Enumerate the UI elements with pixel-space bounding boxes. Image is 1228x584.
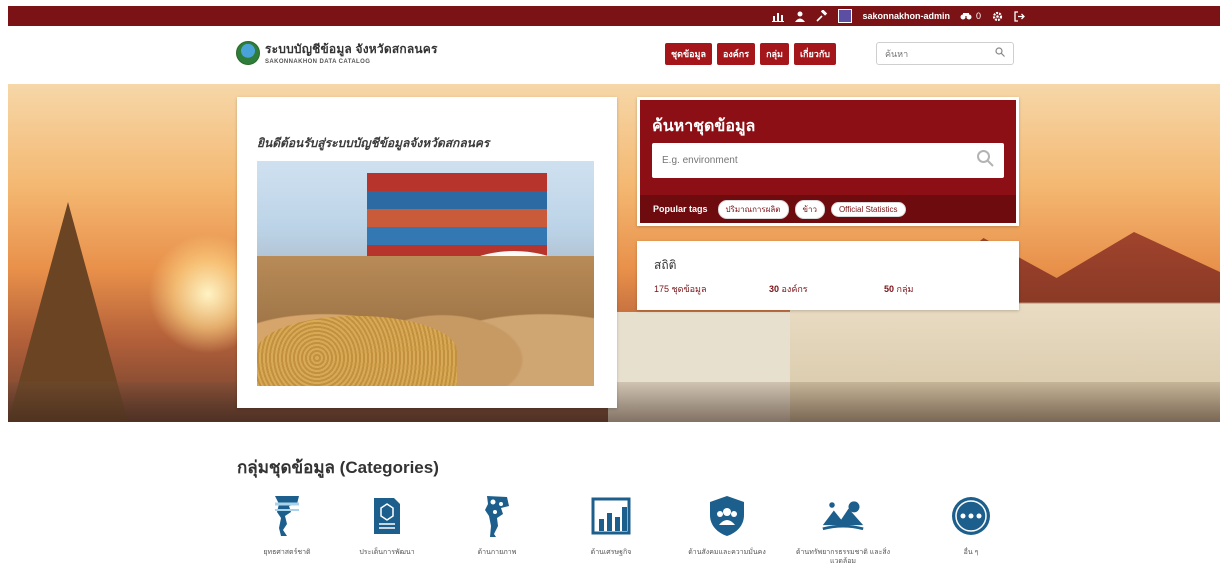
header-search-input[interactable] [885, 48, 985, 59]
stat-value: 50 [884, 284, 895, 294]
nav-groups[interactable]: กลุ่ม [760, 43, 789, 65]
thailand-map-icon [265, 494, 309, 538]
user-icon[interactable] [794, 10, 806, 22]
stats-card: สถิติ 175 ชุดข้อมูล 30 องค์กร 50 กลุ่ม [637, 241, 1019, 310]
category-label: ยุทธศาสตร์ชาติ [263, 549, 311, 556]
category-natural-resources[interactable]: ด้านทรัพยากรธรรมชาติ และสิ่งแวดล้อม [788, 494, 898, 566]
masthead [0, 26, 1228, 84]
gavel-icon[interactable] [816, 10, 828, 22]
stat-groups[interactable]: 50 กลุ่ม [884, 282, 913, 296]
account-bar: sakonnakhon-admin 0 [8, 6, 1220, 26]
avatar[interactable] [838, 9, 853, 23]
username-link[interactable]: sakonnakhon-admin [862, 11, 950, 21]
category-development-issues[interactable]: ประเด็นการพัฒนา [332, 494, 442, 557]
category-label: ด้านเศรษฐกิจ [590, 549, 632, 556]
category-label: ด้านทรัพยากรธรรมชาติ และสิ่งแวดล้อม [795, 549, 891, 566]
welcome-card: ยินดีต้อนรับสู่ระบบบัญชีข้อมูลจังหวัดสกล… [237, 97, 617, 408]
category-economy[interactable]: ด้านเศรษฐกิจ [556, 494, 666, 557]
category-label: อื่น ๆ [963, 549, 979, 556]
search-card-title: ค้นหาชุดข้อมูล [652, 118, 756, 135]
site-logo[interactable]: ระบบบัญชีข้อมูล จังหวัดสกลนคร SAKONNAKHO… [236, 40, 438, 65]
category-national-strategy[interactable]: ยุทธศาสตร์ชาติ [232, 494, 342, 557]
logo-title: ระบบบัญชีข้อมูล จังหวัดสกลนคร [265, 42, 438, 56]
paddy-grain [257, 316, 457, 386]
nav-about[interactable]: เกี่ยวกับ [793, 43, 836, 65]
people-shield-icon [705, 494, 749, 538]
nature-icon [821, 494, 865, 538]
tag-official-statistics[interactable]: Official Statistics [830, 201, 906, 217]
header-search [876, 42, 1014, 65]
category-label: ด้านกายภาพ [477, 549, 517, 556]
more-icon [949, 494, 993, 538]
search-icon[interactable] [995, 47, 1005, 60]
popular-tags-label: Popular tags [653, 204, 708, 214]
bar-chart-icon [589, 494, 633, 538]
document-icon [365, 494, 409, 538]
logout-icon[interactable] [1013, 10, 1025, 22]
dataset-search-input[interactable] [662, 155, 962, 166]
activity-count: 0 [975, 11, 981, 21]
activity-icon[interactable] [960, 10, 972, 22]
logo-emblem-icon [236, 40, 260, 65]
category-physical[interactable]: ด้านกายภาพ [442, 494, 552, 557]
nav-organizations[interactable]: องค์กร [716, 43, 756, 65]
tag-production[interactable]: ปริมาณการผลิต [717, 199, 789, 219]
main-nav: ชุดข้อมูล องค์กร กลุ่ม เกี่ยวกับ [665, 43, 836, 65]
logo-subtitle: SAKONNAKHON DATA CATALOG [265, 59, 371, 65]
category-label: ประเด็นการพัฒนา [359, 549, 415, 556]
settings-icon[interactable] [991, 10, 1003, 22]
dataset-search-box [652, 143, 1004, 178]
dataset-search-card: ค้นหาชุดข้อมูล Popular tags ปริมาณการผลิ… [637, 97, 1019, 226]
tag-rice[interactable]: ข้าว [794, 199, 825, 219]
welcome-photo [257, 161, 594, 386]
category-society-security[interactable]: ด้านสังคมและความมั่นคง [672, 494, 782, 557]
category-others[interactable]: อื่น ๆ [916, 494, 1026, 557]
stat-label: องค์กร [781, 284, 808, 294]
popular-tags: Popular tags ปริมาณการผลิต ข้าว Official… [640, 195, 1016, 223]
map-pin-icon [475, 494, 519, 538]
stat-value: 30 [769, 284, 780, 294]
category-label: ด้านสังคมและความมั่นคง [688, 549, 766, 556]
search-icon[interactable] [976, 149, 994, 172]
stat-organizations[interactable]: 30 องค์กร [769, 282, 808, 296]
nav-datasets[interactable]: ชุดข้อมูล [665, 43, 712, 65]
stat-datasets[interactable]: 175 ชุดข้อมูล [654, 282, 707, 296]
stats-title: สถิติ [654, 258, 677, 272]
dashboard-icon[interactable] [772, 10, 785, 22]
stat-label: ชุดข้อมูล [671, 284, 707, 294]
welcome-title: ยินดีต้อนรับสู่ระบบบัญชีข้อมูลจังหวัดสกล… [257, 136, 490, 150]
stat-label: กลุ่ม [896, 284, 914, 294]
categories-title: กลุ่มชุดข้อมูล (Categories) [237, 458, 439, 477]
stat-value: 175 [654, 284, 670, 294]
